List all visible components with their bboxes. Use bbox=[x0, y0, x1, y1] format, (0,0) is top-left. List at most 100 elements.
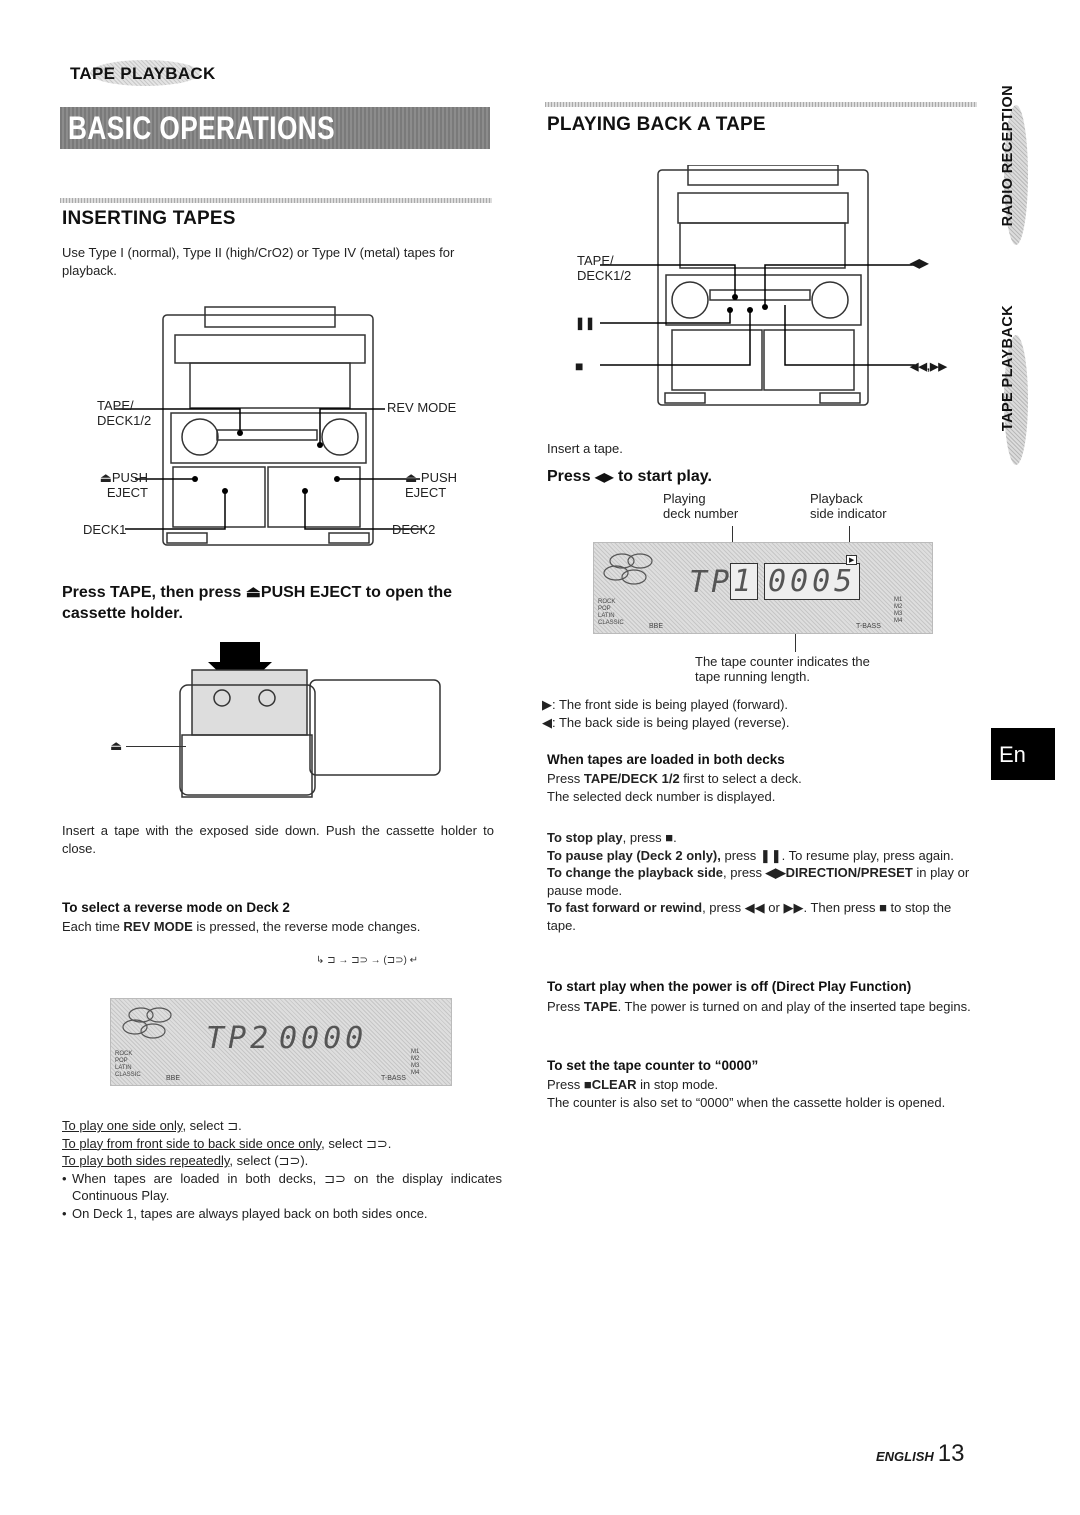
text: first to select a deck. bbox=[679, 771, 802, 786]
page-footer: ENGLISH 13 bbox=[876, 1440, 965, 1468]
eq-item: ROCK bbox=[115, 1051, 133, 1057]
eject-icon: ⏏ bbox=[405, 470, 418, 485]
right-knob bbox=[321, 418, 359, 456]
text-bold: TAPE/DECK 1/2 bbox=[583, 771, 680, 786]
language-tab[interactable]: En bbox=[991, 728, 1055, 780]
direction-notes: ▶: The front side is being played (forwa… bbox=[542, 696, 790, 731]
playing-title: PLAYING BACK A TAPE bbox=[547, 114, 766, 135]
text: , press bbox=[723, 865, 766, 880]
memory-item: M4 bbox=[411, 1070, 420, 1076]
lcd-memory-list: M1 M2 M3 M4 bbox=[894, 597, 902, 625]
text: The selected deck number is displayed. bbox=[547, 788, 776, 804]
text-bold: To stop play bbox=[547, 830, 623, 845]
playback-controls: To stop play, press ■. To pause play (De… bbox=[547, 829, 979, 934]
text: , press ■. bbox=[622, 830, 677, 845]
label-line: EJECT bbox=[106, 485, 148, 500]
section-tag: TAPE PLAYBACK bbox=[60, 58, 240, 88]
reverse-icon: ◀ bbox=[542, 714, 552, 730]
stereo-diagram-playing bbox=[600, 165, 915, 406]
label-line: The tape counter indicates the bbox=[695, 654, 870, 669]
deck1-door bbox=[172, 466, 266, 528]
memory-item: M1 bbox=[894, 597, 903, 603]
direct-play-text: Press TAPE. The power is turned on and p… bbox=[547, 998, 979, 1016]
both-decks-text: Press TAPE/DECK 1/2 first to select a de… bbox=[547, 770, 979, 805]
memory-item: M2 bbox=[894, 604, 903, 610]
side-tab-radio-reception[interactable]: RADIO RECEPTION bbox=[1000, 85, 1032, 265]
text: is pressed, the reverse mode changes. bbox=[192, 919, 421, 934]
text: Press bbox=[547, 771, 584, 786]
button-strip bbox=[709, 289, 811, 301]
callout-line bbox=[795, 634, 796, 652]
lcd-counter: 0000 bbox=[279, 1021, 368, 1056]
deck-housing bbox=[309, 679, 441, 776]
text: Each time bbox=[62, 919, 124, 934]
callout-counter: The tape counter indicates the tape runn… bbox=[695, 654, 870, 684]
eq-item: LATIN bbox=[115, 1065, 132, 1071]
playing-step-press-play: Press ◀▶ to start play. bbox=[547, 466, 712, 488]
text: To play from front side to back side onc… bbox=[62, 1135, 322, 1151]
section-rule bbox=[545, 102, 977, 107]
eq-item: CLASSIC bbox=[598, 620, 624, 626]
stereo-body bbox=[657, 169, 869, 406]
label-line: DECK1/2 bbox=[577, 268, 632, 283]
label-deck1: DECK1 bbox=[83, 522, 127, 537]
label-line: DECK1/2 bbox=[97, 413, 152, 428]
cassette bbox=[191, 669, 308, 736]
page-number: 13 bbox=[937, 1440, 965, 1467]
reverse-cycle-diagram: ↳ ⊐ → ⊐⊃ → (⊐⊃) ↵ bbox=[316, 955, 418, 966]
text: press ❚❚. To resume play, press again. bbox=[720, 847, 954, 863]
lcd-deck-prefix: TP bbox=[689, 565, 734, 600]
cd-tray bbox=[204, 306, 336, 328]
text: On Deck 1, tapes are always played back … bbox=[72, 1205, 428, 1221]
deck2-door bbox=[267, 466, 361, 528]
text: , select (⊐⊃). bbox=[229, 1153, 309, 1168]
foot-right bbox=[819, 392, 861, 404]
section-tag-text: TAPE PLAYBACK bbox=[70, 64, 216, 83]
direct-play-title: To start play when the power is off (Dir… bbox=[547, 979, 912, 994]
both-decks-title: When tapes are loaded in both decks bbox=[547, 752, 785, 767]
control-item: To change the playback side, press ◀▶DIR… bbox=[547, 864, 979, 899]
control-item: To stop play, press ■. bbox=[547, 829, 979, 847]
side-tab-tape-playback[interactable]: TAPE PLAYBACK bbox=[1000, 305, 1032, 495]
callout-line bbox=[125, 746, 186, 748]
inserting-intro: Use Type I (normal), Type II (high/CrO2)… bbox=[62, 245, 455, 278]
eject-callout: ⏏ bbox=[110, 738, 186, 753]
inserting-step-open-holder: Press TAPE, then press ⏏PUSH EJECT to op… bbox=[62, 584, 453, 622]
lcd-eq-list: ROCK POP LATIN CLASSIC bbox=[598, 599, 624, 627]
text: The counter is also set to “0000” when t… bbox=[547, 1094, 946, 1110]
playing-step-insert: Insert a tape. bbox=[547, 441, 623, 456]
display-window bbox=[679, 222, 846, 269]
label-line: TAPE/ bbox=[577, 253, 614, 268]
memory-item: M4 bbox=[894, 618, 903, 624]
right-knob bbox=[811, 281, 849, 319]
label-push-eject-right: ⏏ PUSH EJECT bbox=[405, 470, 457, 500]
reverse-option: To play from front side to back side onc… bbox=[62, 1135, 502, 1153]
eq-item: POP bbox=[115, 1058, 128, 1064]
text-bold: ■CLEAR bbox=[583, 1077, 637, 1092]
chapter-banner: BASIC OPERATIONS bbox=[60, 107, 490, 149]
playback-side-indicator-icon: ▶ bbox=[846, 555, 858, 565]
control-item: To pause play (Deck 2 only), press ❚❚. T… bbox=[547, 847, 979, 865]
inserting-title: INSERTING TAPES bbox=[62, 208, 236, 229]
text-bold: REV MODE bbox=[123, 919, 193, 934]
cd-lid bbox=[174, 334, 366, 364]
label-line: Playback bbox=[810, 491, 863, 506]
counter-reset-text: Press ■CLEAR in stop mode. The counter i… bbox=[547, 1076, 979, 1111]
side-tab-label: RADIO RECEPTION bbox=[1000, 85, 1016, 227]
lcd-tbass: T-BASS bbox=[856, 623, 881, 630]
label-line: Playing bbox=[663, 491, 706, 506]
lcd-counter: 0005 bbox=[764, 563, 861, 600]
memory-item: M3 bbox=[411, 1063, 420, 1069]
label-line: side indicator bbox=[810, 506, 887, 521]
text: To play both sides repeatedly bbox=[62, 1153, 230, 1168]
chapter-banner-text: BASIC OPERATIONS bbox=[68, 110, 336, 146]
direction-note: ▶: The front side is being played (forwa… bbox=[542, 696, 790, 714]
text: in stop mode. bbox=[636, 1077, 719, 1092]
eq-item: ROCK bbox=[598, 599, 616, 605]
deck2-door bbox=[763, 329, 855, 391]
text: Press bbox=[547, 468, 596, 485]
button-strip bbox=[216, 429, 318, 441]
disc-icon bbox=[603, 553, 653, 585]
footer-language: ENGLISH bbox=[876, 1449, 934, 1464]
reverse-mode-text: Each time REV MODE is pressed, the rever… bbox=[62, 918, 502, 936]
